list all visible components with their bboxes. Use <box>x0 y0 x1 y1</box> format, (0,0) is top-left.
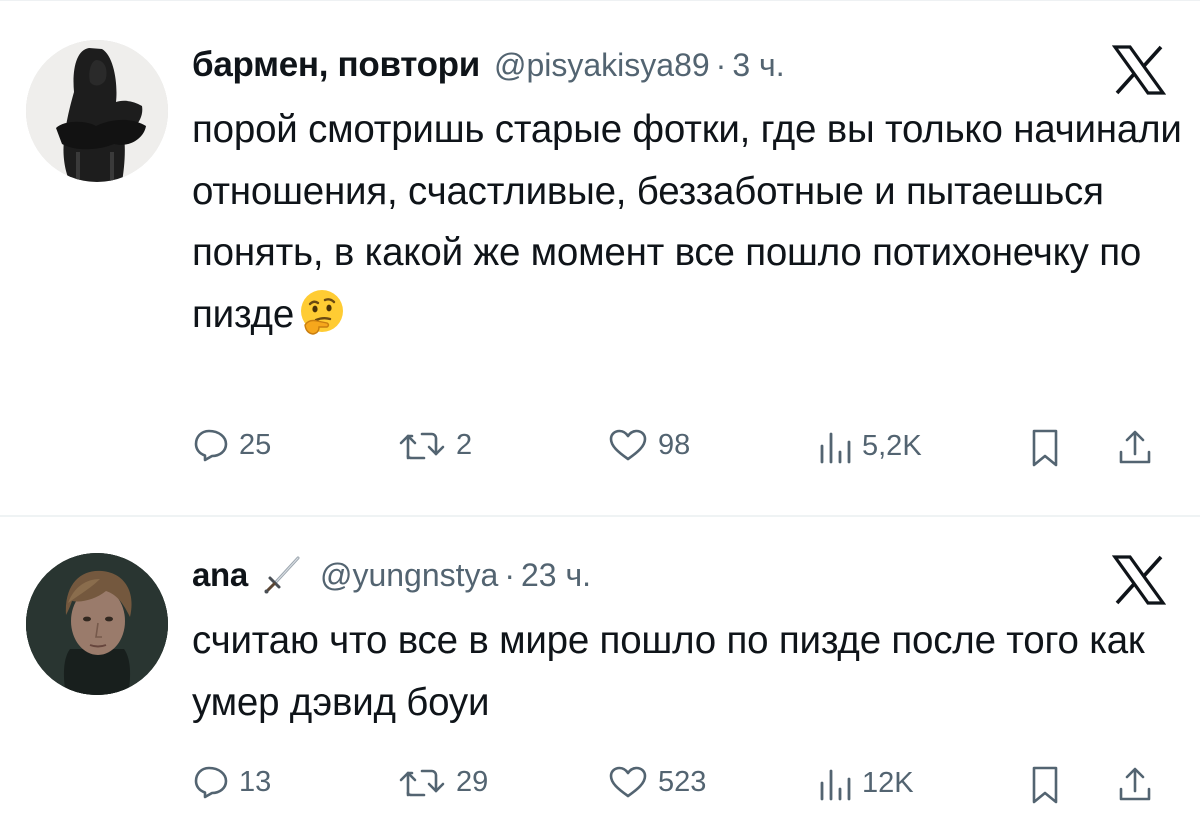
views-count: 5,2K <box>862 429 922 462</box>
separator-dot: · <box>504 556 515 593</box>
share-icon <box>1119 767 1151 801</box>
reply-count: 13 <box>239 765 272 798</box>
share-button[interactable] <box>1118 765 1152 803</box>
x-logo-icon <box>1112 45 1166 95</box>
bookmark-button[interactable] <box>1030 765 1060 805</box>
x-logo-icon <box>1112 555 1166 605</box>
like-icon <box>609 766 647 798</box>
share-icon <box>1119 430 1151 464</box>
views-icon <box>820 432 851 464</box>
retweet-button[interactable]: 29 <box>398 765 488 799</box>
retweet-icon <box>399 769 445 797</box>
avatar[interactable] <box>26 553 168 695</box>
reply-count: 25 <box>239 428 272 461</box>
retweet-button[interactable]: 2 <box>398 428 472 462</box>
views-button[interactable]: 5,2K <box>818 428 922 464</box>
reply-button[interactable]: 25 <box>193 428 271 462</box>
thinking-face-emoji <box>301 289 344 335</box>
timestamp[interactable]: 3 ч. <box>732 47 784 84</box>
tweet-card[interactable]: бармен, повтори @pisyakisya89 · 3 ч. пор… <box>0 0 1200 515</box>
user-handle[interactable]: @yungnstya <box>320 557 498 594</box>
tweet-text-content: считаю что все в мире пошло по пизде пос… <box>192 619 1145 724</box>
tweet-text: считаю что все в мире пошло по пизде пос… <box>192 610 1182 733</box>
reply-button[interactable]: 13 <box>193 765 271 799</box>
sword-icon <box>264 556 300 594</box>
like-count: 523 <box>658 765 707 798</box>
like-count: 98 <box>658 428 691 461</box>
tweet-actions: 13 29 523 12K <box>0 765 1200 815</box>
reply-icon <box>194 766 228 799</box>
views-button[interactable]: 12K <box>818 765 914 801</box>
tweet-card[interactable]: ana @yungnstya · 23 ч. считаю что все в … <box>0 517 1200 838</box>
display-name[interactable]: ana <box>192 556 248 594</box>
share-button[interactable] <box>1118 428 1152 466</box>
tweet-text: порой смотришь старые фотки, где вы толь… <box>192 99 1182 345</box>
like-button[interactable]: 523 <box>608 765 706 799</box>
like-icon <box>609 429 647 461</box>
retweet-count: 29 <box>456 765 489 798</box>
bookmark-button[interactable] <box>1030 428 1060 468</box>
retweet-icon <box>399 432 445 460</box>
retweet-count: 2 <box>456 428 473 461</box>
user-handle[interactable]: @pisyakisya89 <box>494 47 710 84</box>
bookmark-icon <box>1032 766 1058 804</box>
separator-dot: · <box>715 46 727 83</box>
like-button[interactable]: 98 <box>608 428 690 462</box>
tweet-actions: 25 2 98 5,2K <box>0 428 1200 478</box>
tweet-header: бармен, повтори @pisyakisya89 · 3 ч. <box>192 40 785 90</box>
display-name[interactable]: бармен, повтори <box>192 45 480 85</box>
avatar[interactable] <box>26 40 168 182</box>
views-icon <box>820 769 851 801</box>
views-count: 12K <box>862 766 914 799</box>
reply-icon <box>194 429 228 462</box>
timestamp[interactable]: 23 ч. <box>521 557 591 594</box>
bookmark-icon <box>1032 429 1058 467</box>
tweet-header: ana @yungnstya · 23 ч. <box>192 550 591 600</box>
